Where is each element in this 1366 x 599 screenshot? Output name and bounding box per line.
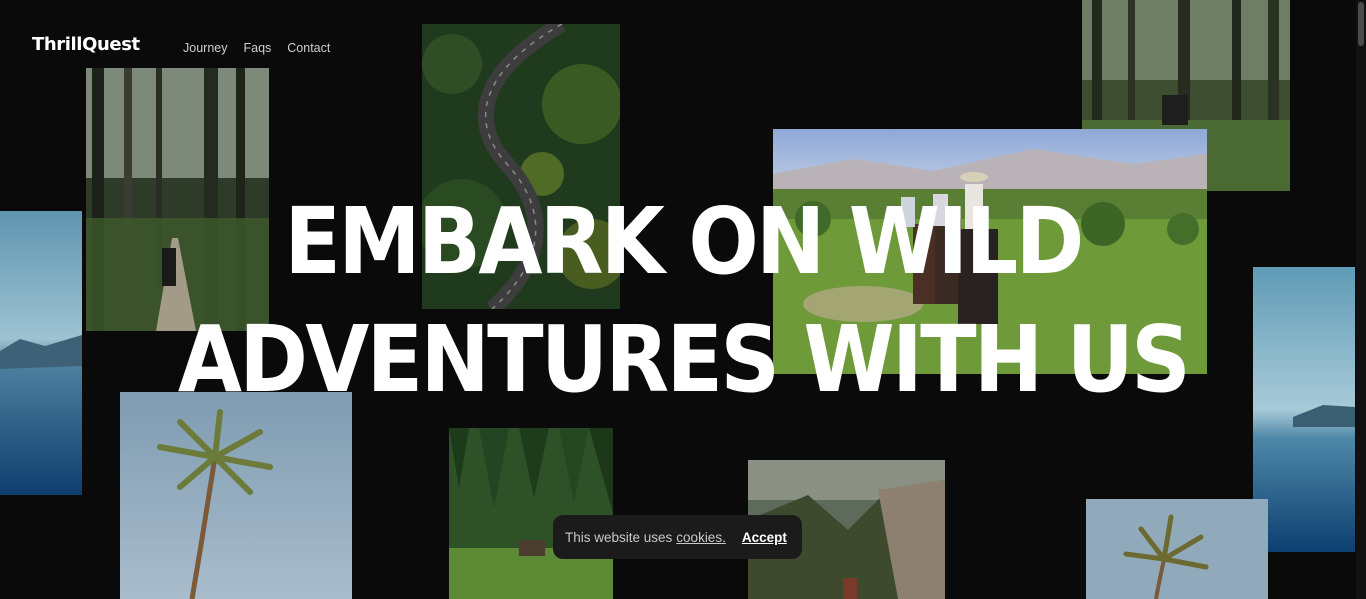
lake-photo-left — [0, 211, 82, 495]
palm-tree-photo — [120, 392, 352, 599]
forest-trail-photo — [86, 68, 269, 331]
winding-road-photo — [422, 24, 620, 309]
nav-link-journey[interactable]: Journey — [183, 41, 227, 55]
palm-tree-photo-right — [1086, 499, 1268, 599]
nav-link-contact[interactable]: Contact — [287, 41, 330, 55]
nav-link-faqs[interactable]: Faqs — [243, 41, 271, 55]
lake-photo-right — [1253, 267, 1355, 552]
horse-riders-photo — [773, 129, 1207, 374]
page-scrollbar[interactable] — [1356, 0, 1366, 599]
cookies-policy-link[interactable]: cookies. — [676, 530, 726, 545]
cookie-banner-text: This website uses — [565, 529, 673, 545]
scrollbar-thumb[interactable] — [1358, 2, 1364, 46]
valley-cabin-photo — [449, 428, 613, 599]
landing-page: ThrillQuest Journey Faqs Contact EMBARK … — [0, 0, 1366, 599]
accept-cookies-button[interactable]: Accept — [742, 530, 787, 545]
main-nav: Journey Faqs Contact — [183, 41, 330, 55]
cookie-banner: This website uses cookies. Accept — [553, 515, 802, 559]
brand-logo[interactable]: ThrillQuest — [32, 34, 140, 55]
